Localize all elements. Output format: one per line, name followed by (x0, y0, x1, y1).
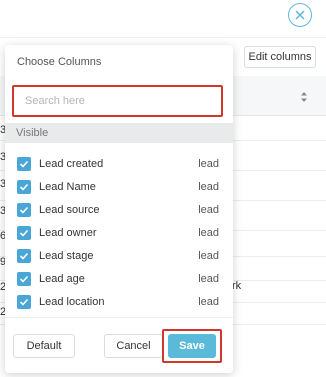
column-label: Lead Name (39, 181, 96, 193)
check-icon (19, 298, 29, 306)
checkbox[interactable] (17, 272, 31, 286)
section-header-visible: Visible (5, 123, 233, 143)
column-tag: lead (198, 296, 219, 308)
check-icon (19, 275, 29, 283)
column-item[interactable]: Lead source lead (17, 203, 223, 219)
footer-divider (5, 317, 233, 318)
column-label: Lead age (39, 273, 85, 285)
column-tag: lead (198, 204, 219, 216)
table-cell: rk (232, 280, 242, 292)
sort-icon[interactable] (299, 91, 309, 103)
checkbox[interactable] (17, 180, 31, 194)
search-box (12, 85, 223, 117)
column-tag: lead (198, 158, 219, 170)
checkbox[interactable] (17, 157, 31, 171)
column-label: Lead created (39, 158, 104, 170)
close-icon (295, 10, 305, 20)
check-icon (19, 206, 29, 214)
check-icon (19, 252, 29, 260)
column-item[interactable]: Lead owner lead (17, 226, 223, 242)
column-item[interactable]: Lead Name lead (17, 180, 223, 196)
column-label: Lead owner (39, 227, 97, 239)
column-item[interactable]: Lead location lead (17, 295, 223, 311)
search-input[interactable] (14, 87, 221, 115)
column-item[interactable]: Lead stage lead (17, 249, 223, 265)
column-tag: lead (198, 227, 219, 239)
column-label: Lead source (39, 204, 100, 216)
cancel-button[interactable]: Cancel (104, 334, 163, 358)
panel-title: Choose Columns (17, 56, 102, 68)
column-item[interactable]: Lead age lead (17, 272, 223, 288)
column-tag: lead (198, 181, 219, 193)
choose-columns-panel: Choose Columns Visible Lead created lead… (5, 45, 233, 373)
column-label: Lead location (39, 296, 105, 308)
check-icon (19, 229, 29, 237)
close-button[interactable] (288, 3, 312, 27)
column-item[interactable]: Lead created lead (17, 157, 223, 173)
column-label: Lead stage (39, 250, 94, 262)
check-icon (19, 160, 29, 168)
column-tag: lead (198, 273, 219, 285)
checkbox[interactable] (17, 226, 31, 240)
default-button[interactable]: Default (13, 334, 75, 358)
check-icon (19, 183, 29, 191)
top-bar (0, 0, 326, 38)
save-button[interactable]: Save (168, 334, 216, 358)
edit-columns-button[interactable]: Edit columns (244, 46, 316, 68)
checkbox[interactable] (17, 295, 31, 309)
column-tag: lead (198, 250, 219, 262)
checkbox[interactable] (17, 203, 31, 217)
checkbox[interactable] (17, 249, 31, 263)
